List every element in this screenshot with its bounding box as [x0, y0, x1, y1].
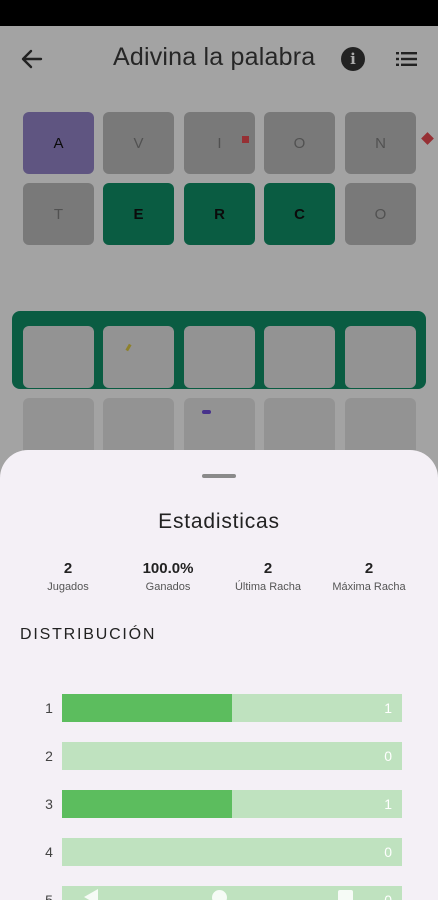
stat-label: Máxima Racha: [332, 581, 406, 593]
attempt-number: 1: [45, 700, 53, 716]
distribution-bar-track: 0: [62, 838, 402, 866]
attempt-number: 5: [45, 892, 53, 900]
stat-label: Jugados: [47, 581, 89, 593]
distribution-row: 1 1: [0, 694, 438, 722]
distribution-bar-fill: [62, 790, 232, 818]
stat-current-streak: 2 Última Racha: [218, 560, 318, 593]
stat-value: 2: [364, 560, 374, 577]
attempt-count: 0: [384, 844, 392, 860]
distribution-row: 3 1: [0, 790, 438, 818]
distribution-title: DISTRIBUCIÓN: [20, 626, 157, 643]
stat-value: 2: [63, 560, 73, 577]
statistics-title: Estadisticas: [158, 510, 280, 533]
distribution-row: 4 0: [0, 838, 438, 866]
stat-value: 100.0%: [142, 560, 194, 577]
stat-max-streak: 2 Máxima Racha: [319, 560, 419, 593]
attempt-count: 1: [384, 700, 392, 716]
attempt-number: 4: [45, 844, 53, 860]
drag-handle[interactable]: [202, 474, 236, 478]
distribution-bar-fill: [62, 694, 232, 722]
attempt-number: 2: [45, 748, 53, 764]
stat-value: 2: [263, 560, 273, 577]
distribution-bar-track: 1: [62, 790, 402, 818]
attempt-number: 3: [45, 796, 53, 812]
distribution-bar-track: 0: [62, 742, 402, 770]
attempt-count: 0: [384, 748, 392, 764]
stat-won: 100.0% Ganados: [118, 560, 218, 593]
distribution-row: 2 0: [0, 742, 438, 770]
nav-back-icon[interactable]: [84, 889, 98, 900]
distribution-bar-track: 1: [62, 694, 402, 722]
attempt-count: 1: [384, 796, 392, 812]
stat-label: Ganados: [145, 581, 191, 593]
stat-played: 2 Jugados: [18, 560, 118, 593]
nav-recents-icon[interactable]: [338, 890, 353, 900]
app-screen: Adivina la palabra i A V I O N T E R C O…: [0, 26, 438, 900]
stat-label: Última Racha: [234, 581, 302, 593]
nav-home-icon[interactable]: [212, 890, 227, 900]
statistics-sheet: Estadisticas 2 Jugados 100.0% Ganados 2 …: [0, 450, 438, 900]
attempt-count: 0: [384, 892, 392, 900]
status-bar: [0, 0, 438, 26]
